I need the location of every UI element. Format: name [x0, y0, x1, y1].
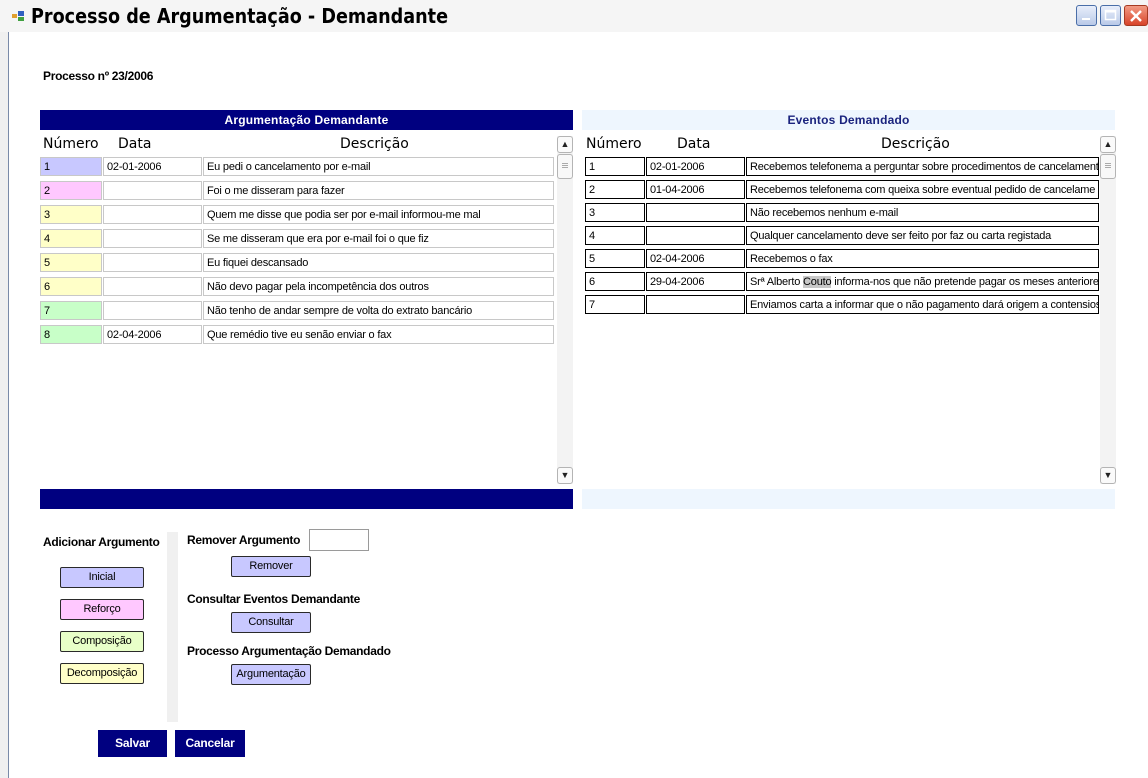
reforco-button[interactable]: Reforço: [60, 599, 144, 620]
row-description[interactable]: Que remédio tive eu senão enviar o fax: [203, 325, 554, 344]
row-date[interactable]: [103, 301, 202, 320]
left-col-descricao: Descrição: [340, 136, 409, 152]
scroll-up-icon[interactable]: ▲: [1100, 136, 1116, 153]
event-description[interactable]: Recebemos o fax: [746, 249, 1099, 268]
minimize-icon: [1082, 18, 1090, 20]
left-scrollbar[interactable]: ▲ ▼: [557, 136, 573, 484]
remover-button[interactable]: Remover: [231, 556, 311, 577]
consultar-button[interactable]: Consultar: [231, 612, 311, 633]
row-description[interactable]: Se me disseram que era por e-mail foi o …: [203, 229, 554, 248]
event-description[interactable]: Não recebemos nenhum e-mail: [746, 203, 1099, 222]
row-number[interactable]: 7: [40, 301, 102, 320]
right-panel-header: Eventos Demandado: [582, 110, 1115, 130]
scroll-down-icon[interactable]: ▼: [1100, 467, 1116, 484]
add-argument-label: Adicionar Argumento: [43, 535, 160, 549]
right-panel-footer: [582, 489, 1115, 509]
row-date[interactable]: [103, 205, 202, 224]
close-button[interactable]: [1124, 5, 1148, 26]
row-date[interactable]: [103, 181, 202, 200]
decomposicao-button[interactable]: Decomposição: [60, 663, 144, 684]
row-date[interactable]: [103, 229, 202, 248]
scroll-down-icon[interactable]: ▼: [557, 467, 573, 484]
row-description[interactable]: Não tenho de andar sempre de volta do ex…: [203, 301, 554, 320]
consult-events-label: Consultar Eventos Demandante: [187, 592, 360, 606]
row-number[interactable]: 1: [40, 157, 102, 176]
event-description[interactable]: Recebemos telefonema a perguntar sobre p…: [746, 157, 1099, 176]
title-bar[interactable]: Processo de Argumentação - Demandante: [0, 0, 1148, 32]
event-date[interactable]: 02-01-2006: [646, 157, 745, 176]
minimize-button[interactable]: [1076, 5, 1097, 26]
row-date[interactable]: [103, 253, 202, 272]
row-number[interactable]: 6: [40, 277, 102, 296]
event-description[interactable]: Enviamos carta a informar que o não paga…: [746, 295, 1099, 314]
row-date[interactable]: [103, 277, 202, 296]
event-number[interactable]: 2: [585, 180, 645, 199]
left-col-data: Data: [118, 136, 152, 152]
event-number[interactable]: 7: [585, 295, 645, 314]
row-number[interactable]: 3: [40, 205, 102, 224]
scroll-thumb[interactable]: [1100, 154, 1116, 179]
scroll-up-icon[interactable]: ▲: [557, 136, 573, 153]
composicao-button[interactable]: Composição: [60, 631, 144, 652]
row-date[interactable]: 02-04-2006: [103, 325, 202, 344]
right-col-numero: Número: [586, 136, 642, 152]
argument-process-label: Processo Argumentação Demandado: [187, 644, 391, 658]
argumentacao-button[interactable]: Argumentação: [231, 664, 311, 685]
app-icon: [12, 11, 24, 21]
event-description[interactable]: Srª Alberto Couto informa-nos que não pr…: [746, 272, 1099, 291]
row-description[interactable]: Eu pedi o cancelamento por e-mail: [203, 157, 554, 176]
row-description[interactable]: Foi o me disseram para fazer: [203, 181, 554, 200]
remove-argument-input[interactable]: [309, 529, 369, 551]
row-description[interactable]: Não devo pagar pela incompetência dos ou…: [203, 277, 554, 296]
event-date[interactable]: [646, 203, 745, 222]
event-number[interactable]: 5: [585, 249, 645, 268]
right-scrollbar[interactable]: ▲ ▼: [1100, 136, 1116, 484]
window-title: Processo de Argumentação - Demandante: [31, 4, 449, 28]
row-number[interactable]: 4: [40, 229, 102, 248]
event-description[interactable]: Recebemos telefonema com queixa sobre ev…: [746, 180, 1099, 199]
row-description[interactable]: Quem me disse que podia ser por e-mail i…: [203, 205, 554, 224]
close-icon: [1130, 10, 1142, 22]
row-number[interactable]: 5: [40, 253, 102, 272]
cancel-button[interactable]: Cancelar: [175, 730, 245, 757]
event-description-post: informa-nos que não pretende pagar os me…: [831, 276, 1099, 288]
left-col-numero: Número: [43, 136, 99, 152]
save-button[interactable]: Salvar: [98, 730, 167, 757]
maximize-button[interactable]: [1100, 5, 1121, 26]
remove-argument-label: Remover Argumento: [187, 533, 301, 547]
left-panel-header: Argumentação Demandante: [40, 110, 573, 130]
inicial-button[interactable]: Inicial: [60, 567, 144, 588]
left-panel-footer: [40, 489, 573, 509]
right-col-data: Data: [677, 136, 711, 152]
client-area: [8, 32, 1148, 778]
row-date[interactable]: 02-01-2006: [103, 157, 202, 176]
maximize-icon: [1104, 9, 1117, 21]
event-date[interactable]: 29-04-2006: [646, 272, 745, 291]
row-number[interactable]: 8: [40, 325, 102, 344]
row-description[interactable]: Eu fiquei descansado: [203, 253, 554, 272]
event-description-pre: Srª Alberto: [750, 276, 804, 288]
event-date[interactable]: [646, 295, 745, 314]
section-divider: [167, 532, 178, 722]
scroll-thumb[interactable]: [557, 154, 573, 179]
selected-text[interactable]: Couto: [803, 276, 832, 288]
event-number[interactable]: 6: [585, 272, 645, 291]
process-number-label: Processo nº 23/2006: [43, 69, 154, 83]
event-number[interactable]: 3: [585, 203, 645, 222]
event-description[interactable]: Qualquer cancelamento deve ser feito por…: [746, 226, 1099, 245]
event-date[interactable]: 02-04-2006: [646, 249, 745, 268]
row-number[interactable]: 2: [40, 181, 102, 200]
event-number[interactable]: 4: [585, 226, 645, 245]
event-number[interactable]: 1: [585, 157, 645, 176]
event-date[interactable]: [646, 226, 745, 245]
right-col-descricao: Descrição: [881, 136, 950, 152]
event-date[interactable]: 01-04-2006: [646, 180, 745, 199]
